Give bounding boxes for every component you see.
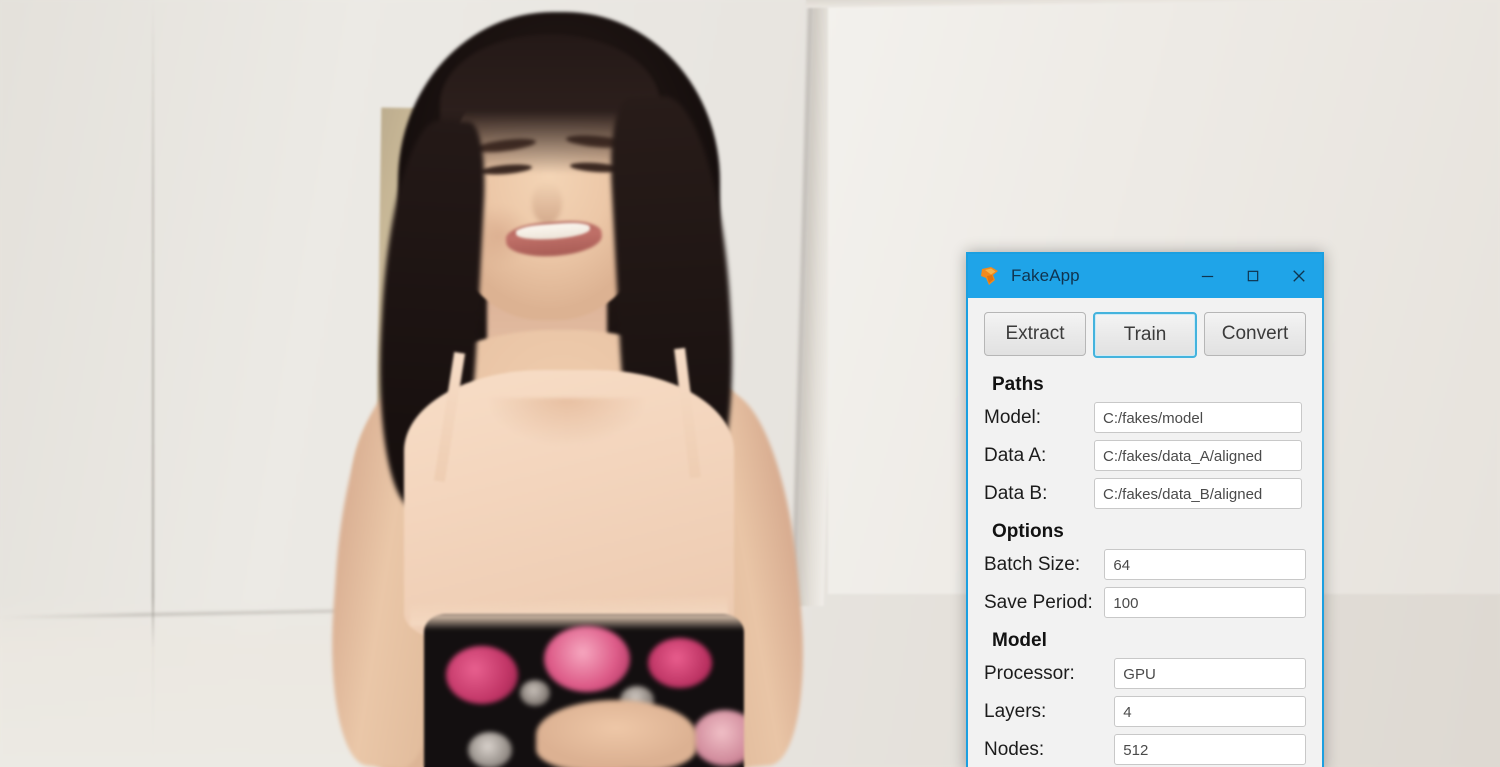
field-row-data-b-path: Data B: C:/fakes/data_B/aligned bbox=[984, 478, 1306, 509]
label-nodes: Nodes: bbox=[984, 738, 1045, 760]
label-model-path: Model: bbox=[984, 406, 1042, 428]
skirt-flower bbox=[692, 710, 744, 766]
field-row-nodes: Nodes: 512 bbox=[984, 734, 1306, 765]
skirt-flower bbox=[468, 732, 512, 767]
camisole-neckline bbox=[458, 398, 676, 526]
label-save-period: Save Period: bbox=[984, 591, 1093, 613]
field-row-processor: Processor: GPU bbox=[984, 658, 1306, 689]
tab-train[interactable]: Train bbox=[1093, 312, 1197, 358]
label-batch-size: Batch Size: bbox=[984, 553, 1081, 575]
label-data-b-path: Data B: bbox=[984, 482, 1048, 504]
minimize-icon[interactable] bbox=[1184, 254, 1230, 298]
input-model-path[interactable]: C:/fakes/model bbox=[1094, 402, 1302, 433]
section-title-model: Model bbox=[992, 630, 1047, 651]
field-row-data-a-path: Data A: C:/fakes/data_A/aligned bbox=[984, 440, 1306, 471]
section-paths: Paths Model: C:/fakes/model Data A: C:/f… bbox=[984, 374, 1306, 509]
section-title-options: Options bbox=[992, 521, 1064, 542]
label-layers: Layers: bbox=[984, 700, 1047, 722]
input-layers[interactable]: 4 bbox=[1114, 696, 1306, 727]
input-processor[interactable]: GPU bbox=[1114, 658, 1306, 689]
window-title: FakeApp bbox=[1011, 266, 1080, 285]
maximize-icon[interactable] bbox=[1230, 254, 1276, 298]
section-options: Options Batch Size: 64 Save Period: 100 bbox=[984, 521, 1306, 618]
close-icon[interactable] bbox=[1276, 254, 1322, 298]
section-model: Model Processor: GPU Layers: 4 Nodes: 51… bbox=[984, 630, 1306, 765]
skirt-flower bbox=[648, 638, 712, 688]
tab-extract[interactable]: Extract bbox=[984, 312, 1086, 356]
hands bbox=[536, 700, 696, 767]
skirt-flower bbox=[446, 646, 518, 704]
input-data-b-path[interactable]: C:/fakes/data_B/aligned bbox=[1094, 478, 1302, 509]
input-data-a-path[interactable]: C:/fakes/data_A/aligned bbox=[1094, 440, 1302, 471]
input-batch-size[interactable]: 64 bbox=[1104, 549, 1306, 580]
window-controls bbox=[1184, 254, 1322, 298]
fakeapp-window: FakeApp Extract Train Convert Paths Mode… bbox=[966, 252, 1324, 767]
input-save-period[interactable]: 100 bbox=[1104, 587, 1306, 618]
field-row-batch-size: Batch Size: 64 bbox=[984, 549, 1306, 580]
window-titlebar[interactable]: FakeApp bbox=[968, 254, 1322, 298]
skirt-flower bbox=[544, 626, 630, 692]
skirt-flower bbox=[520, 680, 550, 706]
tab-convert[interactable]: Convert bbox=[1204, 312, 1306, 356]
window-body: Extract Train Convert Paths Model: C:/fa… bbox=[968, 298, 1322, 767]
field-row-model-path: Model: C:/fakes/model bbox=[984, 402, 1306, 433]
field-row-layers: Layers: 4 bbox=[984, 696, 1306, 727]
nose bbox=[532, 182, 562, 224]
mode-tabs: Extract Train Convert bbox=[984, 312, 1306, 358]
input-nodes[interactable]: 512 bbox=[1114, 734, 1306, 765]
fakeapp-logo-icon bbox=[978, 264, 1002, 288]
label-data-a-path: Data A: bbox=[984, 444, 1047, 466]
section-title-paths: Paths bbox=[992, 374, 1044, 395]
field-row-save-period: Save Period: 100 bbox=[984, 587, 1306, 618]
screen: FakeApp Extract Train Convert Paths Mode… bbox=[0, 0, 1500, 767]
label-processor: Processor: bbox=[984, 662, 1075, 684]
